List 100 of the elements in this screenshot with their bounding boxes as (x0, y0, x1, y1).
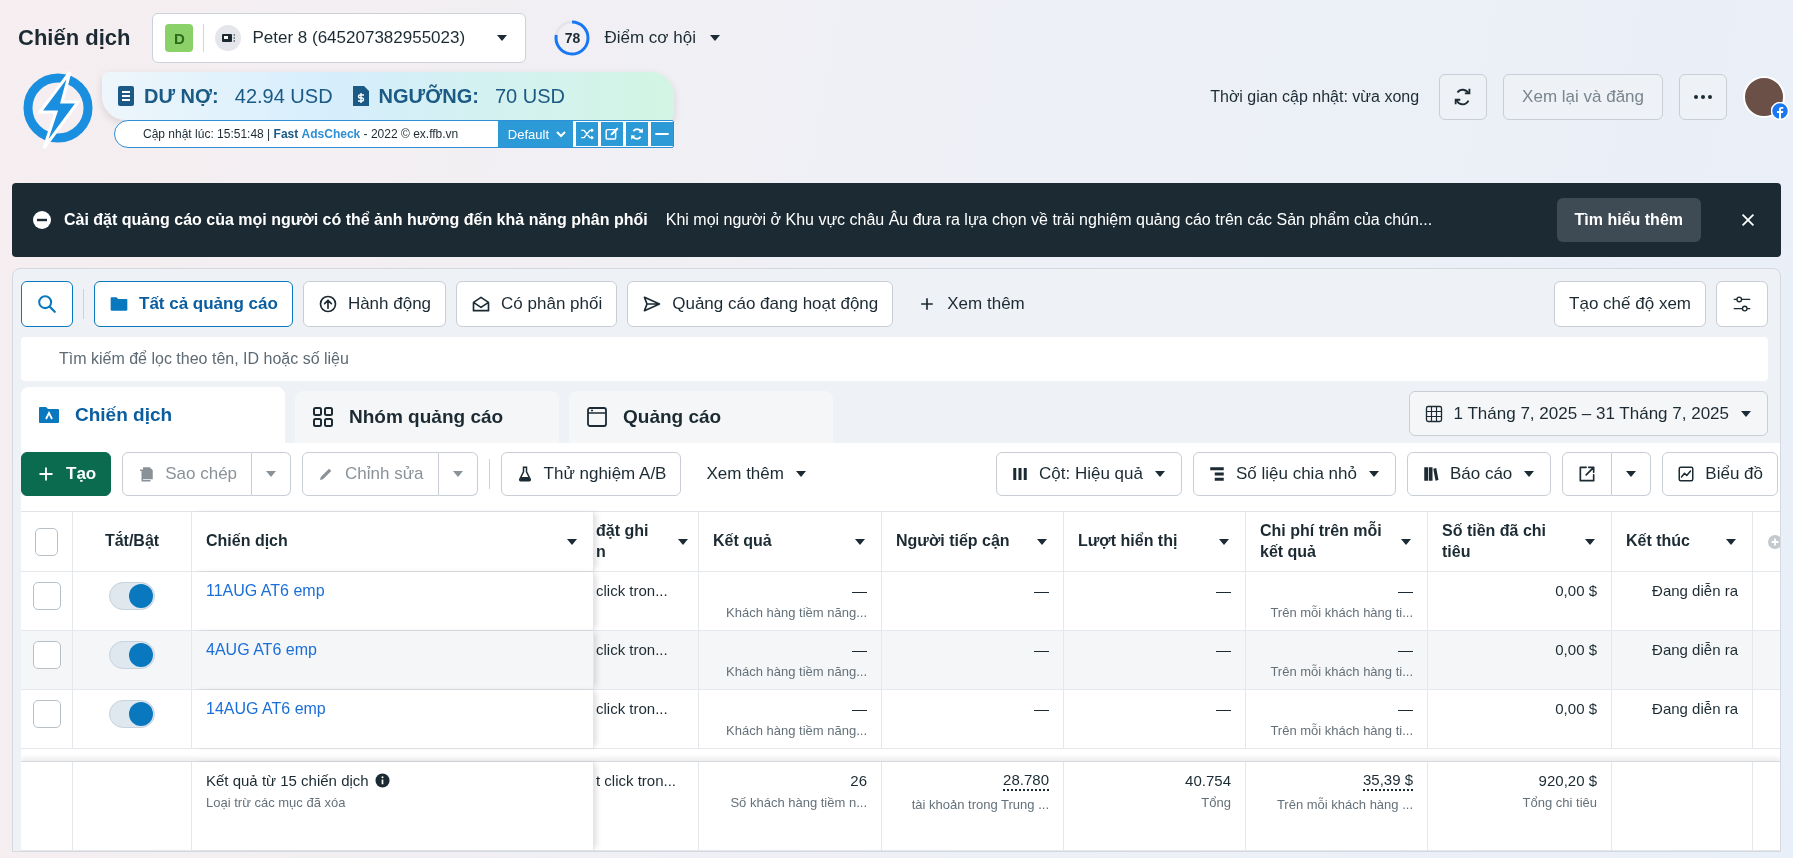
window-icon (585, 405, 609, 429)
info-icon (374, 773, 390, 788)
refresh-button[interactable] (1439, 74, 1488, 120)
date-range-picker[interactable]: 1 Tháng 7, 2025 – 31 Tháng 7, 2025 (1408, 391, 1768, 436)
dropdown-button[interactable] (252, 452, 292, 496)
line-chart-icon (1677, 465, 1696, 483)
table-cell-caption: Khách hàng tiềm năng... (726, 723, 867, 738)
table-cell: — (1398, 700, 1413, 717)
table-cell: — (852, 641, 867, 658)
shuffle-icon (579, 126, 595, 142)
id-card-icon (214, 24, 243, 52)
table-cell: — (852, 700, 867, 717)
paper-plane-icon (642, 294, 663, 314)
calendar-grid-icon (1423, 403, 1444, 424)
tab[interactable]: Chiến dịch (21, 387, 285, 443)
table-cell-text: t click tron... (596, 772, 678, 789)
edit-button[interactable] (601, 122, 623, 146)
settings-button[interactable] (1716, 281, 1768, 327)
toolbar-button[interactable]: Biểu đồ (1662, 452, 1778, 496)
minimize-button[interactable] (651, 122, 673, 146)
table-cell: — (1034, 641, 1049, 658)
table-cell: — (1034, 700, 1049, 717)
table-cell: 28.780 (1003, 772, 1049, 791)
campaign-link[interactable]: 11AUG AT6 emp (206, 582, 579, 600)
column-header[interactable]: Tắt/Bật (104, 531, 160, 552)
dropdown-button[interactable] (438, 452, 478, 496)
campaign-link[interactable]: 4AUG AT6 emp (206, 641, 579, 659)
column-header[interactable]: Người tiếp cận (896, 531, 1010, 552)
checkbox[interactable] (35, 527, 58, 556)
shuffle-button[interactable] (576, 122, 598, 146)
export-button[interactable] (1562, 452, 1613, 496)
filter-chip[interactable]: Hành động (302, 281, 447, 327)
search-field[interactable]: Tìm kiếm để lọc theo tên, ID hoặc số liệu (21, 337, 1768, 381)
search-icon (36, 293, 58, 315)
tab[interactable]: Nhóm quảng cáo (295, 391, 559, 443)
grid-icon (311, 405, 335, 429)
table-cell: Đang diễn ra (1652, 582, 1738, 599)
columns-icon (1011, 465, 1029, 483)
dropdown-button[interactable]: Cột: Hiệu quả (996, 452, 1182, 496)
minimize-icon (655, 133, 669, 135)
table-cell: 0,00 $ (1555, 641, 1597, 658)
toggle-switch[interactable] (109, 582, 155, 610)
toggle-switch[interactable] (109, 641, 155, 669)
column-header[interactable]: Kết quả (713, 531, 772, 552)
filter-chip[interactable]: Có phân phối (456, 281, 618, 327)
table-cell-caption: Khách hàng tiềm năng... (726, 664, 867, 679)
table-cell: 920,20 $ (1538, 772, 1597, 789)
dropdown-button[interactable]: Báo cáo (1406, 452, 1552, 496)
threshold-label: NGƯỠNG: (378, 84, 479, 108)
more-filters-button[interactable]: Xem thêm (903, 281, 1039, 327)
facebook-badge-icon (1771, 102, 1789, 120)
table-cell-caption: Khách hàng tiềm năng... (726, 605, 867, 620)
table-cell-caption: tài khoản trong Trung ... (911, 796, 1049, 812)
debt-value: 42.94 USD (234, 84, 333, 108)
table-cell-caption: Trên mỗi khách hàng ti... (1270, 605, 1413, 620)
toolbar-button[interactable]: Thử nghiệm A/B (500, 452, 682, 496)
external-link-icon (1577, 464, 1598, 484)
document-icon (116, 85, 136, 107)
opportunity-score[interactable]: 78 Điểm cơ hội (552, 18, 722, 58)
table-cell: — (1216, 582, 1231, 599)
score-value: 78 (564, 31, 581, 45)
column-header[interactable]: Số tiền đã chi tiêu (1442, 520, 1577, 563)
dropdown-button[interactable]: Số liệu chia nhỏ (1192, 452, 1396, 496)
table-cell: 26 (850, 772, 867, 789)
invoice-icon (350, 85, 371, 107)
more-button[interactable] (1679, 74, 1727, 120)
chevron-down-icon (555, 128, 567, 140)
table-cell-caption: Trên mỗi khách hàng ti... (1270, 664, 1413, 679)
learn-more-button[interactable]: Tìm hiểu thêm (1556, 198, 1701, 242)
more-menu-button[interactable]: Xem thêm (692, 452, 822, 496)
create-button[interactable]: Tạo (21, 452, 112, 496)
summary-title: Kết quả từ 15 chiến dịch (206, 772, 369, 789)
column-header[interactable]: đặt ghi n (596, 520, 656, 563)
minus-circle-icon (32, 210, 52, 230)
toggle-switch[interactable] (109, 700, 155, 728)
table-cell: — (852, 582, 867, 599)
column-header[interactable]: Lượt hiển thị (1078, 531, 1178, 552)
filter-chip[interactable]: Tất cả quảng cáo (94, 281, 293, 327)
envelope-icon (471, 294, 492, 314)
table-cell-caption: Tổng chi tiêu (1522, 795, 1597, 810)
column-header[interactable]: Kết thúc (1626, 531, 1690, 552)
banner-title: Cài đặt quảng cáo của mọi người có thể ảnh hưởng đến khả năng phân phối (64, 211, 648, 229)
campaign-link[interactable]: 14AUG AT6 emp (206, 700, 579, 718)
checkbox[interactable] (32, 700, 61, 728)
checkbox[interactable] (32, 582, 61, 610)
table-cell-caption: Số khách hàng tiềm n... (730, 795, 867, 810)
tab[interactable]: Quảng cáo (569, 391, 833, 443)
column-header[interactable]: Chi phí trên mỗi kết quả (1260, 520, 1393, 563)
column-header[interactable]: Chiến dịch (206, 531, 288, 552)
threshold-value: 70 USD (494, 84, 565, 108)
create-view-button[interactable]: Tạo chế độ xem (1554, 281, 1706, 327)
update-time-text: Thời gian cập nhật: vừa xong (1210, 88, 1420, 106)
table-cell: 0,00 $ (1555, 582, 1597, 599)
settings-icon (1731, 293, 1753, 315)
account-badge: D (165, 24, 194, 52)
checkbox[interactable] (32, 641, 61, 669)
score-label: Điểm cơ hội (604, 28, 696, 48)
search-button[interactable] (21, 281, 73, 327)
account-selector[interactable]: D Peter 8 (645207382955023) (152, 13, 527, 63)
filter-chip[interactable]: Quảng cáo đang hoạt động (627, 281, 894, 327)
